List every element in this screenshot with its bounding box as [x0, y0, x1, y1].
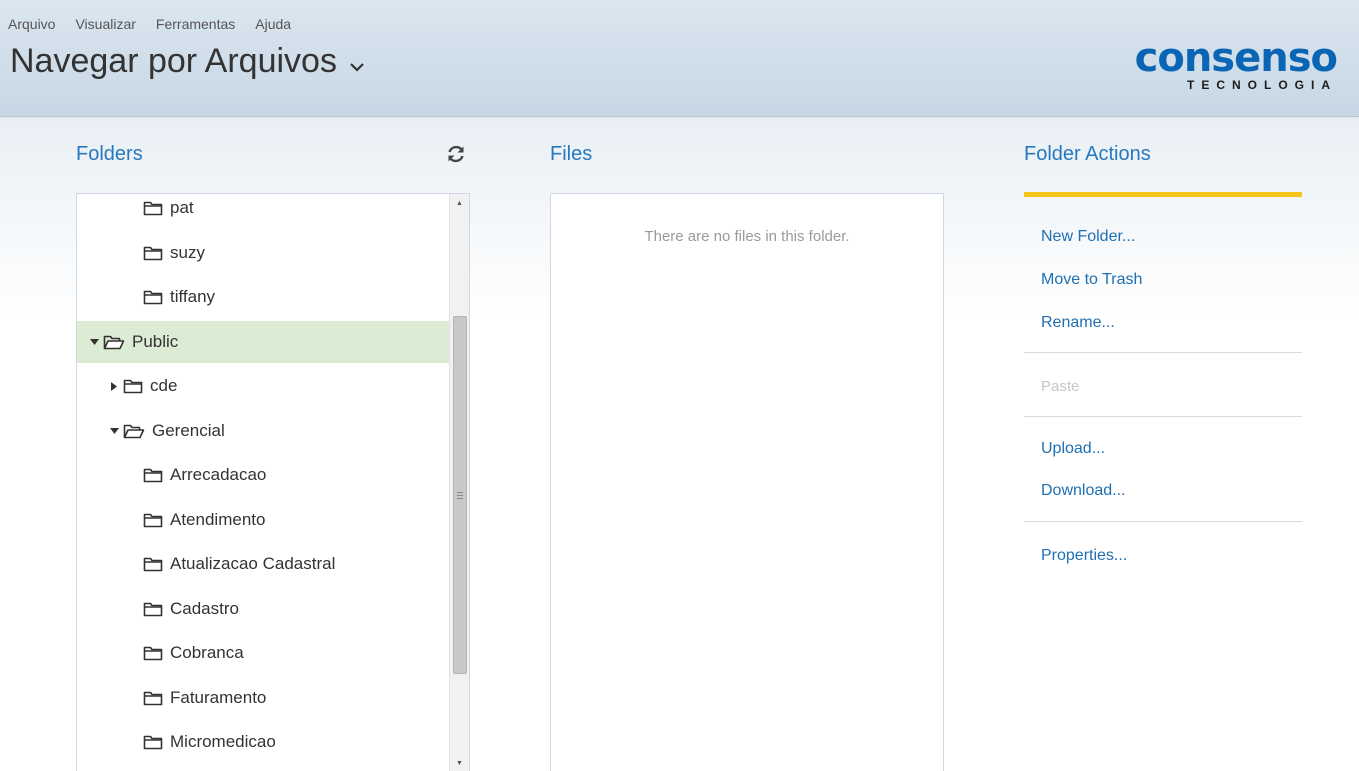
folder-icon: [143, 645, 163, 661]
paste-link: Paste: [1041, 378, 1080, 395]
folder-label: Faturamento: [170, 687, 267, 707]
files-heading: Files: [550, 143, 593, 165]
download-link[interactable]: Download...: [1041, 482, 1126, 500]
folder-label: cde: [150, 376, 178, 395]
page-title-dropdown[interactable]: Navegar por Arquivos: [10, 42, 365, 81]
folder-icon: [143, 601, 163, 617]
folder-label: Public: [132, 331, 179, 351]
folder-tree-item[interactable]: tiffany: [77, 276, 450, 318]
folder-label: suzy: [170, 242, 205, 262]
folder-tree-item[interactable]: Public: [77, 320, 450, 363]
menu-bar: Arquivo Visualizar Ferramentas Ajuda: [0, 16, 303, 32]
menu-arquivo[interactable]: Arquivo: [8, 16, 55, 32]
folder-label: Atendimento: [170, 509, 266, 529]
actions-divider: [1024, 521, 1302, 522]
folder-tree-item[interactable]: suzy: [77, 232, 450, 274]
folder-open-icon: [103, 334, 125, 350]
actions-divider: [1024, 352, 1302, 353]
logo-tagline: TECNOLOGIA: [1187, 78, 1337, 92]
folder-tree-item[interactable]: Gerencial: [77, 410, 450, 452]
folder-label: tiffany: [170, 287, 216, 306]
menu-ajuda[interactable]: Ajuda: [255, 16, 291, 32]
move-to-trash-link[interactable]: Move to Trash: [1041, 271, 1142, 289]
company-logo: consenso TECNOLOGIA: [1135, 38, 1338, 94]
folder-icon: [143, 512, 163, 528]
folder-label: Micromedicao: [170, 732, 276, 751]
expand-arrow-icon[interactable]: [87, 338, 101, 345]
folder-tree-item[interactable]: Micromedicao: [77, 721, 450, 763]
folder-tree-item[interactable]: cde: [77, 365, 450, 407]
collapse-arrow-icon[interactable]: [107, 381, 121, 391]
folder-tree-item[interactable]: Arrecadacao: [77, 454, 450, 496]
folder-label: Gerencial: [152, 420, 225, 440]
folder-icon: [123, 378, 143, 394]
scroll-thumb[interactable]: [453, 316, 467, 674]
folder-tree-item[interactable]: Atualizacao Cadastral: [77, 543, 450, 585]
expand-arrow-icon[interactable]: [107, 427, 121, 434]
folder-icon: [143, 734, 163, 750]
folder-label: Atualizacao Cadastral: [170, 554, 336, 573]
rename-link[interactable]: Rename...: [1041, 314, 1115, 332]
folder-icon: [143, 467, 163, 483]
folder-tree-item[interactable]: Cobranca: [77, 632, 450, 674]
folder-icon: [143, 556, 163, 572]
properties-link[interactable]: Properties...: [1041, 547, 1127, 565]
empty-files-message: There are no files in this folder.: [644, 228, 850, 245]
folder-tree-item[interactable]: Cadastro: [77, 588, 450, 630]
folders-heading: Folders: [76, 143, 143, 165]
folder-open-icon: [123, 423, 145, 439]
refresh-icon[interactable]: [445, 143, 467, 165]
folder-actions-accent-bar: [1024, 192, 1302, 197]
scroll-down-arrow[interactable]: ▼: [450, 754, 469, 771]
chevron-down-icon: [349, 42, 365, 81]
folder-label: Arrecadacao: [170, 465, 267, 484]
page-title: Navegar por Arquivos: [10, 42, 337, 80]
folder-tree-item[interactable]: Faturamento: [77, 677, 450, 719]
folder-tree-item[interactable]: Atendimento: [77, 499, 450, 541]
new-folder-link[interactable]: New Folder...: [1041, 228, 1135, 246]
scroll-up-arrow[interactable]: ▲: [450, 194, 469, 212]
folder-label: pat: [170, 198, 194, 217]
menu-ferramentas[interactable]: Ferramentas: [156, 16, 235, 32]
folder-label: Cobranca: [170, 643, 244, 662]
app-header: Arquivo Visualizar Ferramentas Ajuda Nav…: [0, 0, 1359, 117]
folder-icon: [143, 690, 163, 706]
folder-tree[interactable]: pat suzy tiffany Public cde Gerencial Arrecada…: [76, 193, 470, 771]
upload-link[interactable]: Upload...: [1041, 440, 1105, 458]
folder-label: Cadastro: [170, 598, 239, 618]
files-list[interactable]: There are no files in this folder.: [550, 193, 944, 771]
folder-tree-item[interactable]: pat: [77, 194, 450, 229]
folder-actions-heading: Folder Actions: [1024, 143, 1151, 165]
menu-visualizar[interactable]: Visualizar: [75, 16, 135, 32]
tree-scrollbar[interactable]: ▲ ▼: [449, 194, 469, 771]
logo-wordmark: consenso: [1134, 35, 1338, 81]
folder-icon: [143, 245, 163, 261]
folder-icon: [143, 200, 163, 216]
folder-icon: [143, 289, 163, 305]
actions-divider: [1024, 416, 1302, 417]
